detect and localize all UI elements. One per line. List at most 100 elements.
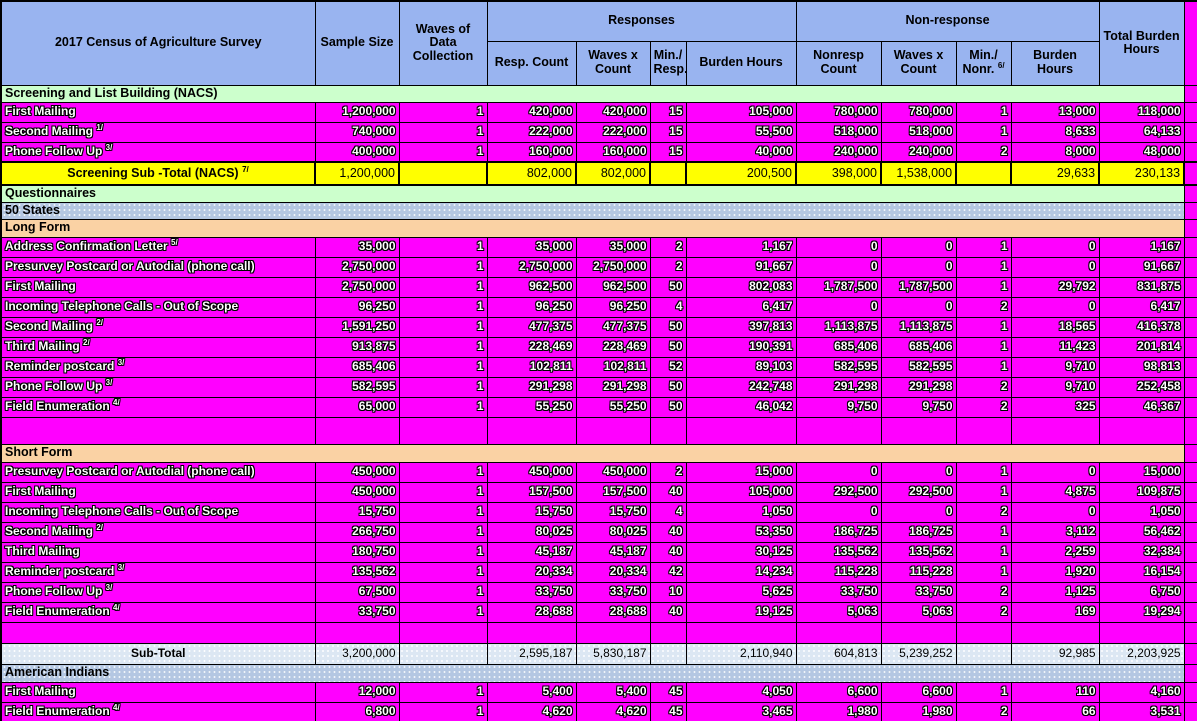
cell: 1,980 <box>796 702 881 721</box>
section-row: American Indians <box>1 664 1197 682</box>
table-header: 2017 Census of Agriculture Survey Sample… <box>1 1 1197 85</box>
cell <box>399 643 487 664</box>
cell: 1 <box>399 602 487 622</box>
row-label-text: First Mailing <box>5 684 76 698</box>
cell: 15,750 <box>487 502 576 522</box>
cell: 780,000 <box>796 102 881 122</box>
cutoff-column-cell <box>1184 237 1197 257</box>
row-label: First Mailing <box>1 682 315 702</box>
cell: 9,750 <box>796 397 881 417</box>
cell: 45 <box>650 702 686 721</box>
cell: 398,000 <box>796 162 881 185</box>
row-label <box>1 622 315 643</box>
cell: 1 <box>399 122 487 142</box>
cell <box>686 622 796 643</box>
cell: 15 <box>650 122 686 142</box>
cell: 740,000 <box>315 122 399 142</box>
cell: 1 <box>399 397 487 417</box>
cell: 15,000 <box>1099 462 1184 482</box>
row-label-text: Second Mailing <box>5 319 93 333</box>
cell: 55,250 <box>576 397 650 417</box>
cell: 685,406 <box>881 337 956 357</box>
table-row: First Mailing450,0001157,500157,50040105… <box>1 482 1197 502</box>
cell: 28,688 <box>487 602 576 622</box>
cell <box>576 417 650 444</box>
cell: 0 <box>1011 257 1099 277</box>
cell: 1 <box>956 357 1011 377</box>
cell: 6,600 <box>796 682 881 702</box>
cell: 15,750 <box>315 502 399 522</box>
cell: 1 <box>399 102 487 122</box>
table-row: Second Mailing 2/1,591,2501477,375477,37… <box>1 317 1197 337</box>
cell: 96,250 <box>576 297 650 317</box>
cell <box>399 417 487 444</box>
cell: 2 <box>956 297 1011 317</box>
cutoff-column-cell <box>1184 417 1197 444</box>
table-row: First Mailing1,200,0001420,000420,000151… <box>1 102 1197 122</box>
cell: 40,000 <box>686 142 796 162</box>
cell: 1 <box>399 502 487 522</box>
agriculture-survey-burden-table: 2017 Census of Agriculture Survey Sample… <box>0 0 1197 721</box>
row-label-text: Phone Follow Up <box>5 379 102 393</box>
row-label-text: First Mailing <box>5 484 76 498</box>
cutoff-column-cell <box>1184 462 1197 482</box>
row-label: Sub-Total <box>1 643 315 664</box>
cell <box>956 162 1011 185</box>
cell <box>399 622 487 643</box>
section-label: 50 States <box>1 202 1184 219</box>
group-header-nonresponse: Non-response <box>796 1 1099 41</box>
cell: 33,750 <box>881 582 956 602</box>
cutoff-column-cell <box>1184 185 1197 202</box>
cutoff-column-cell <box>1184 397 1197 417</box>
cutoff-column-cell <box>1184 357 1197 377</box>
cell: 228,469 <box>576 337 650 357</box>
cell: 14,234 <box>686 562 796 582</box>
table-row: Field Enumeration 4/65,000155,25055,2505… <box>1 397 1197 417</box>
cell: 135,562 <box>881 542 956 562</box>
cell: 1,787,500 <box>796 277 881 297</box>
col-header-waves-of-data-collection: Waves of Data Collection <box>399 1 487 85</box>
row-label: Incoming Telephone Calls - Out of Scope <box>1 502 315 522</box>
cell: 2 <box>956 702 1011 721</box>
row-label-text: Reminder postcard <box>5 564 114 578</box>
cell: 16,154 <box>1099 562 1184 582</box>
cell: 3,112 <box>1011 522 1099 542</box>
cell: 45 <box>650 682 686 702</box>
cell: 105,000 <box>686 482 796 502</box>
cell <box>956 643 1011 664</box>
cell: 2 <box>650 237 686 257</box>
row-label: Second Mailing 2/ <box>1 522 315 542</box>
cell: 582,595 <box>881 357 956 377</box>
table-row: Address Confirmation Letter 5/35,000135,… <box>1 237 1197 257</box>
cell: 0 <box>881 237 956 257</box>
cutoff-column-cell <box>1184 337 1197 357</box>
cell: 6,750 <box>1099 582 1184 602</box>
cell: 18,565 <box>1011 317 1099 337</box>
cell: 780,000 <box>881 102 956 122</box>
cell <box>881 622 956 643</box>
cell: 5,239,252 <box>881 643 956 664</box>
cell: 450,000 <box>315 482 399 502</box>
cutoff-column-cell <box>1184 219 1197 237</box>
cell: 1 <box>399 142 487 162</box>
cell: 52 <box>650 357 686 377</box>
cell: 2,750,000 <box>487 257 576 277</box>
cutoff-column-cell <box>1184 702 1197 721</box>
cell: 46,042 <box>686 397 796 417</box>
cell: 1 <box>956 542 1011 562</box>
cell: 1 <box>956 277 1011 297</box>
cell: 65,000 <box>315 397 399 417</box>
cell <box>399 162 487 185</box>
table-row: Reminder postcard 3/685,4061102,811102,8… <box>1 357 1197 377</box>
cell: 109,875 <box>1099 482 1184 502</box>
cell: 1,113,875 <box>796 317 881 337</box>
cell: 1,920 <box>1011 562 1099 582</box>
cell <box>956 622 1011 643</box>
cell <box>686 417 796 444</box>
cell: 157,500 <box>487 482 576 502</box>
cell: 6,417 <box>686 297 796 317</box>
cell: 15,000 <box>686 462 796 482</box>
cell: 115,228 <box>796 562 881 582</box>
table-row: Phone Follow Up 3/67,500133,75033,750105… <box>1 582 1197 602</box>
cell: 201,814 <box>1099 337 1184 357</box>
